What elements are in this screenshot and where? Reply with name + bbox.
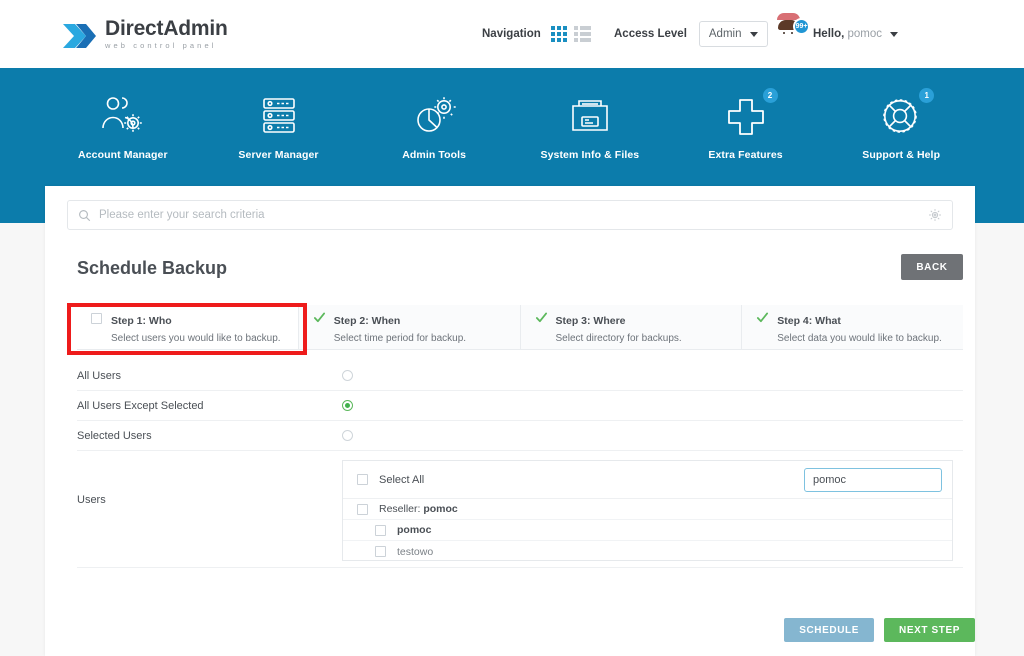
list-view-icon[interactable] bbox=[573, 26, 591, 42]
users-section-label: Users bbox=[77, 494, 106, 506]
access-level-select[interactable]: Admin bbox=[698, 21, 768, 47]
step-tab-who[interactable]: Step 1: Who Select users you would like … bbox=[77, 305, 298, 349]
step-title: Step 4: What bbox=[777, 315, 841, 327]
nav-label: System Info & Files bbox=[540, 149, 640, 161]
nav-label: Server Manager bbox=[238, 149, 319, 161]
option-label: All Users bbox=[77, 369, 122, 382]
nav-label: Admin Tools bbox=[402, 149, 467, 161]
check-icon bbox=[313, 312, 325, 323]
option-row-all-users-except-selected[interactable]: All Users Except Selected bbox=[77, 391, 963, 421]
greeting-text: Hello, pomoc bbox=[813, 28, 883, 40]
list-item[interactable]: pomoc bbox=[343, 520, 952, 541]
nav-item-extra-features[interactable]: 2 Extra Features bbox=[668, 88, 824, 161]
option-row-selected-users[interactable]: Selected Users bbox=[77, 421, 963, 451]
access-level-value: Admin bbox=[708, 28, 742, 40]
step-description: Select users you would like to backup. bbox=[111, 333, 281, 344]
nav-item-system-info-files[interactable]: System Info & Files bbox=[512, 90, 668, 161]
page-background-left bbox=[0, 223, 45, 656]
option-row-all-users[interactable]: All Users bbox=[77, 361, 963, 391]
nav-label: Support & Help bbox=[862, 149, 941, 161]
chevron-down-icon bbox=[749, 31, 758, 37]
list-item[interactable]: Reseller: pomoc bbox=[343, 499, 952, 520]
access-level-group: Access Level Admin bbox=[614, 0, 768, 68]
user-filter-input[interactable] bbox=[804, 468, 942, 492]
step-tab-when[interactable]: Step 2: When Select time period for back… bbox=[297, 305, 520, 349]
top-bar-right: Navigation Access Level Admin 99+ Hello,… bbox=[464, 0, 1024, 68]
step-tab-what[interactable]: Step 4: What Select data you would like … bbox=[741, 305, 963, 349]
radio-all-users[interactable] bbox=[342, 370, 353, 381]
chevron-down-icon[interactable] bbox=[890, 31, 899, 37]
nav-item-admin-tools[interactable]: Admin Tools bbox=[356, 90, 512, 161]
brand-logo[interactable]: DirectAdmin web control panel bbox=[62, 18, 228, 51]
page-header: Schedule Backup BACK bbox=[77, 254, 963, 288]
brand-text: DirectAdmin web control panel bbox=[105, 18, 228, 50]
nav-item-account-manager[interactable]: Account Manager bbox=[45, 90, 201, 161]
nav-badge: 1 bbox=[919, 88, 935, 103]
avatar: 99+ bbox=[776, 13, 810, 48]
view-toggle-group bbox=[550, 26, 591, 42]
double-chevron-right-icon bbox=[62, 21, 96, 51]
navigation-group: Navigation bbox=[482, 0, 591, 68]
brand-subtitle: web control panel bbox=[105, 41, 217, 50]
gear-icon[interactable] bbox=[928, 208, 942, 222]
form-actions: SCHEDULE NEXT STEP bbox=[784, 618, 975, 642]
users-gear-icon bbox=[100, 90, 146, 142]
user-checkbox-testowo[interactable] bbox=[375, 546, 386, 557]
page-background-right bbox=[975, 223, 1024, 656]
top-bar: DirectAdmin web control panel Navigation bbox=[0, 0, 1024, 68]
select-all-label: Select All bbox=[379, 473, 425, 486]
nav-label: Account Manager bbox=[78, 149, 168, 161]
content-card: Schedule Backup BACK Step 1: Who Select … bbox=[45, 186, 975, 656]
access-level-label: Access Level bbox=[614, 28, 687, 40]
option-label: Selected Users bbox=[77, 429, 152, 442]
nav-item-server-manager[interactable]: Server Manager bbox=[201, 90, 357, 161]
list-item-label: testowo bbox=[397, 545, 434, 558]
list-item[interactable]: testowo bbox=[343, 541, 952, 562]
magnifier-icon bbox=[79, 209, 91, 221]
back-button[interactable]: BACK bbox=[901, 254, 963, 280]
directadmin-page: DirectAdmin web control panel Navigation bbox=[0, 0, 1024, 656]
list-item-label: Reseller: pomoc bbox=[379, 503, 458, 515]
search-input[interactable] bbox=[99, 209, 928, 221]
brand-title: DirectAdmin bbox=[105, 17, 228, 40]
select-all-checkbox[interactable] bbox=[357, 474, 368, 485]
step-title: Step 3: Where bbox=[555, 315, 626, 327]
list-item-label: pomoc bbox=[397, 524, 432, 536]
plus-icon: 2 bbox=[725, 88, 778, 142]
folder-files-icon bbox=[568, 90, 612, 142]
checkbox-empty-icon[interactable] bbox=[91, 313, 102, 324]
server-stack-icon bbox=[258, 90, 300, 142]
users-panel: Select All Reseller: pomoc pomoc testowo bbox=[342, 460, 953, 561]
search-bar bbox=[67, 200, 953, 230]
nav-item-support-help[interactable]: 1 Support & Help bbox=[823, 88, 979, 161]
users-panel-header: Select All bbox=[343, 461, 952, 499]
step-tabs: Step 1: Who Select users you would like … bbox=[77, 305, 963, 350]
step-description: Select directory for backups. bbox=[555, 333, 682, 344]
check-icon bbox=[535, 312, 547, 323]
step-description: Select time period for backup. bbox=[333, 333, 467, 344]
radio-all-users-except-selected[interactable] bbox=[342, 400, 353, 411]
check-icon bbox=[757, 312, 769, 323]
radio-selected-users[interactable] bbox=[342, 430, 353, 441]
user-checkbox-pomoc[interactable] bbox=[375, 524, 386, 536]
nav-label: Extra Features bbox=[708, 149, 783, 161]
notification-badge[interactable]: 99+ bbox=[793, 18, 810, 35]
step-description: Select data you would like to backup. bbox=[777, 333, 942, 344]
option-label: All Users Except Selected bbox=[77, 399, 204, 412]
step-title: Step 1: Who bbox=[111, 315, 172, 327]
users-section: Users Select All Reseller: pomoc pomoc bbox=[77, 458, 963, 568]
navigation-label: Navigation bbox=[482, 28, 541, 40]
page-title: Schedule Backup bbox=[77, 258, 228, 278]
next-step-button[interactable]: NEXT STEP bbox=[884, 618, 975, 642]
reseller-checkbox[interactable] bbox=[357, 503, 368, 515]
pie-gear-icon bbox=[412, 90, 456, 142]
schedule-button[interactable]: SCHEDULE bbox=[784, 618, 875, 642]
step-title: Step 2: When bbox=[333, 315, 401, 327]
user-menu[interactable]: 99+ Hello, pomoc bbox=[776, 0, 899, 68]
main-nav-items: Account Manager Server Manager Admin Too… bbox=[45, 88, 979, 161]
lifebuoy-icon: 1 bbox=[879, 88, 935, 142]
nav-badge: 2 bbox=[762, 88, 778, 103]
step-tab-where[interactable]: Step 3: Where Select directory for backu… bbox=[519, 305, 742, 349]
grid-view-icon[interactable] bbox=[550, 26, 567, 42]
